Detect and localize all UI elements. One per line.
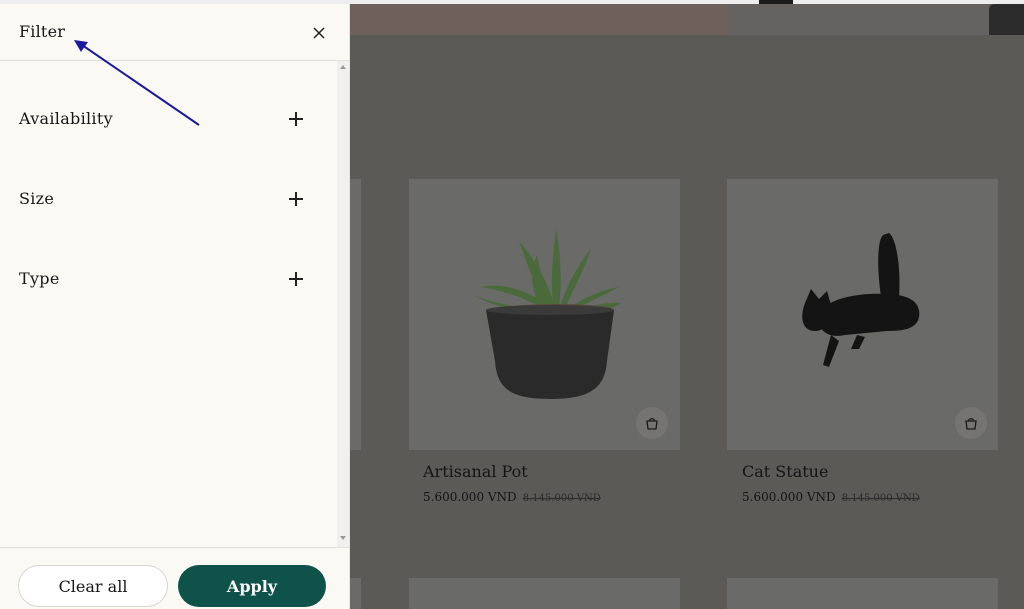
product-title[interactable]: Cat Statue xyxy=(742,462,828,481)
filter-section-label: Size xyxy=(19,189,55,208)
apply-button[interactable]: Apply xyxy=(178,565,326,607)
drawer-header: Filter xyxy=(0,4,349,61)
filter-section-type[interactable]: Type xyxy=(0,259,330,299)
product-image xyxy=(727,578,998,609)
drawer-footer: Clear all Apply xyxy=(0,547,349,609)
scroll-down-icon[interactable] xyxy=(340,536,346,540)
product-image-artisanal-pot[interactable] xyxy=(409,179,680,450)
original-price: 8.145.000 VND xyxy=(841,493,920,504)
product-image xyxy=(409,578,680,609)
banner-image xyxy=(727,4,989,35)
banner-image xyxy=(989,4,1024,35)
product-image xyxy=(350,179,361,450)
close-button[interactable] xyxy=(308,22,330,44)
original-price: 8.145.000 VND xyxy=(522,493,601,504)
plant-pot-image xyxy=(473,229,621,399)
drawer-scrollbar[interactable] xyxy=(337,61,349,547)
shopping-bag-icon xyxy=(965,418,977,430)
banner-image xyxy=(350,4,727,35)
product-price: 5.600.000 VND 8.145.000 VND xyxy=(423,490,601,504)
scroll-up-icon[interactable] xyxy=(340,65,346,69)
plus-icon[interactable] xyxy=(288,191,304,207)
product-price: 5.600.000 VND 8.145.000 VND xyxy=(742,490,920,504)
product-image-cat-statue[interactable] xyxy=(727,179,998,450)
plus-icon[interactable] xyxy=(288,111,304,127)
product-title[interactable]: Artisanal Pot xyxy=(423,462,528,481)
filter-drawer: Filter Availability Size Type Clear all … xyxy=(0,4,350,609)
drawer-title: Filter xyxy=(19,22,66,41)
plus-icon[interactable] xyxy=(288,271,304,287)
close-icon xyxy=(313,27,325,39)
add-to-cart-button[interactable] xyxy=(636,407,668,439)
product-image xyxy=(350,578,361,609)
clear-all-button[interactable]: Clear all xyxy=(18,565,168,607)
filter-section-availability[interactable]: Availability xyxy=(0,99,330,139)
add-to-cart-button[interactable] xyxy=(955,407,987,439)
filter-section-size[interactable]: Size xyxy=(0,179,330,219)
filter-section-label: Type xyxy=(19,269,60,288)
shopping-bag-icon xyxy=(646,418,658,430)
filter-section-label: Availability xyxy=(19,109,113,128)
current-price: 5.600.000 VND xyxy=(742,490,836,504)
current-price: 5.600.000 VND xyxy=(423,490,517,504)
cat-statue-image xyxy=(802,233,920,367)
